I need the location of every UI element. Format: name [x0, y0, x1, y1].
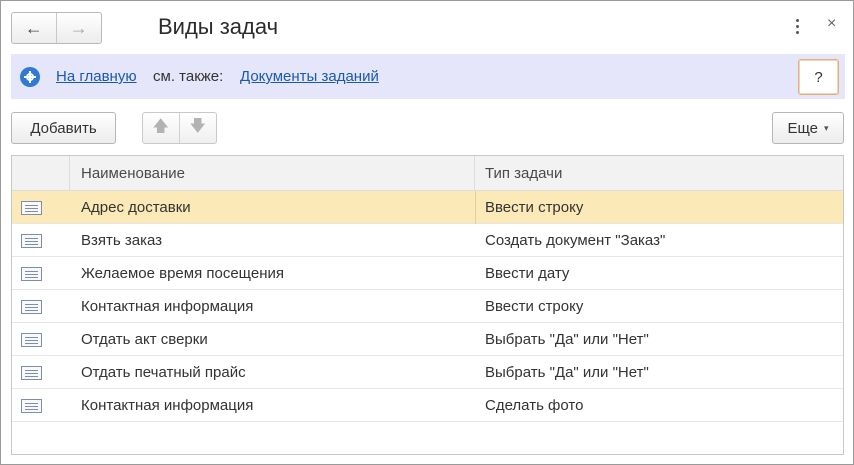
forward-button[interactable]: →	[57, 13, 102, 43]
arrow-left-icon: ←	[24, 17, 43, 38]
list-item-icon	[21, 399, 42, 413]
table-row[interactable]: Контактная информация Ввести строку	[12, 290, 843, 323]
table-header: Наименование Тип задачи	[12, 156, 843, 191]
cell-task-type: Создать документ "Заказ"	[485, 232, 666, 249]
cell-task-type: Сделать фото	[485, 397, 584, 414]
arrow-right-icon: →	[69, 17, 88, 38]
add-button[interactable]: Добавить	[11, 112, 116, 144]
navigation-buttons: ← →	[11, 12, 102, 44]
info-bar: На главную см. также: Документы заданий …	[11, 54, 845, 99]
close-icon[interactable]: ×	[827, 15, 836, 33]
table-row[interactable]: Желаемое время посещения Ввести дату	[12, 257, 843, 290]
cell-name: Контактная информация	[81, 298, 254, 315]
cell-name: Взять заказ	[81, 232, 163, 249]
window: ← → Виды задач × На главную см. также: Д…	[0, 0, 854, 465]
move-down-button[interactable]: 🡇	[180, 113, 217, 143]
cell-name: Желаемое время посещения	[81, 265, 284, 282]
cell-task-type: Выбрать "Да" или "Нет"	[485, 364, 649, 381]
cell-task-type: Ввести дату	[485, 265, 570, 282]
cell-task-type: Ввести строку	[485, 199, 584, 216]
chevron-down-icon: ▾	[824, 122, 829, 133]
list-item-icon	[21, 300, 42, 314]
cell-task-type: Выбрать "Да" или "Нет"	[485, 331, 649, 348]
column-header-name[interactable]: Наименование	[70, 156, 475, 191]
move-up-button[interactable]: 🡅	[143, 113, 180, 143]
see-also-label: см. также:	[153, 68, 224, 85]
table-row[interactable]: Отдать акт сверки Выбрать "Да" или "Нет"	[12, 323, 843, 356]
home-link[interactable]: На главную	[56, 68, 137, 85]
arrow-down-icon: 🡇	[189, 117, 206, 135]
cell-name: Адрес доставки	[81, 199, 191, 216]
icon-column-header[interactable]	[12, 156, 70, 191]
list-item-icon	[21, 366, 42, 380]
navigation-hub-icon	[20, 67, 40, 87]
table-row[interactable]: Взять заказ Создать документ "Заказ"	[12, 224, 843, 257]
more-button[interactable]: Еще ▾	[772, 112, 844, 144]
cell-name: Отдать акт сверки	[81, 331, 208, 348]
list-item-icon	[21, 201, 42, 215]
list-item-icon	[21, 234, 42, 248]
page-title: Виды задач	[158, 14, 279, 39]
help-button[interactable]: ?	[798, 59, 839, 95]
more-button-label: Еще	[787, 119, 818, 137]
more-options-icon[interactable]	[791, 15, 803, 37]
back-button[interactable]: ←	[12, 13, 57, 43]
table-row[interactable]: Отдать печатный прайс Выбрать "Да" или "Н…	[12, 356, 843, 389]
column-header-task-type[interactable]: Тип задачи	[475, 156, 843, 191]
cell-task-type: Ввести строку	[485, 298, 584, 315]
cell-name: Контактная информация	[81, 397, 254, 414]
table-row[interactable]: Контактная информация Сделать фото	[12, 389, 843, 422]
task-documents-link[interactable]: Документы заданий	[240, 68, 379, 85]
arrow-up-icon: 🡅	[152, 117, 169, 135]
list-item-icon	[21, 333, 42, 347]
table-row[interactable]: Адрес доставки Ввести строку	[12, 191, 843, 224]
list-item-icon	[21, 267, 42, 281]
column-divider	[475, 191, 476, 224]
cell-name: Отдать печатный прайс	[81, 364, 246, 381]
move-buttons: 🡅 🡇	[142, 112, 217, 144]
task-types-table: Наименование Тип задачи Адрес доставки Вв…	[11, 155, 844, 455]
